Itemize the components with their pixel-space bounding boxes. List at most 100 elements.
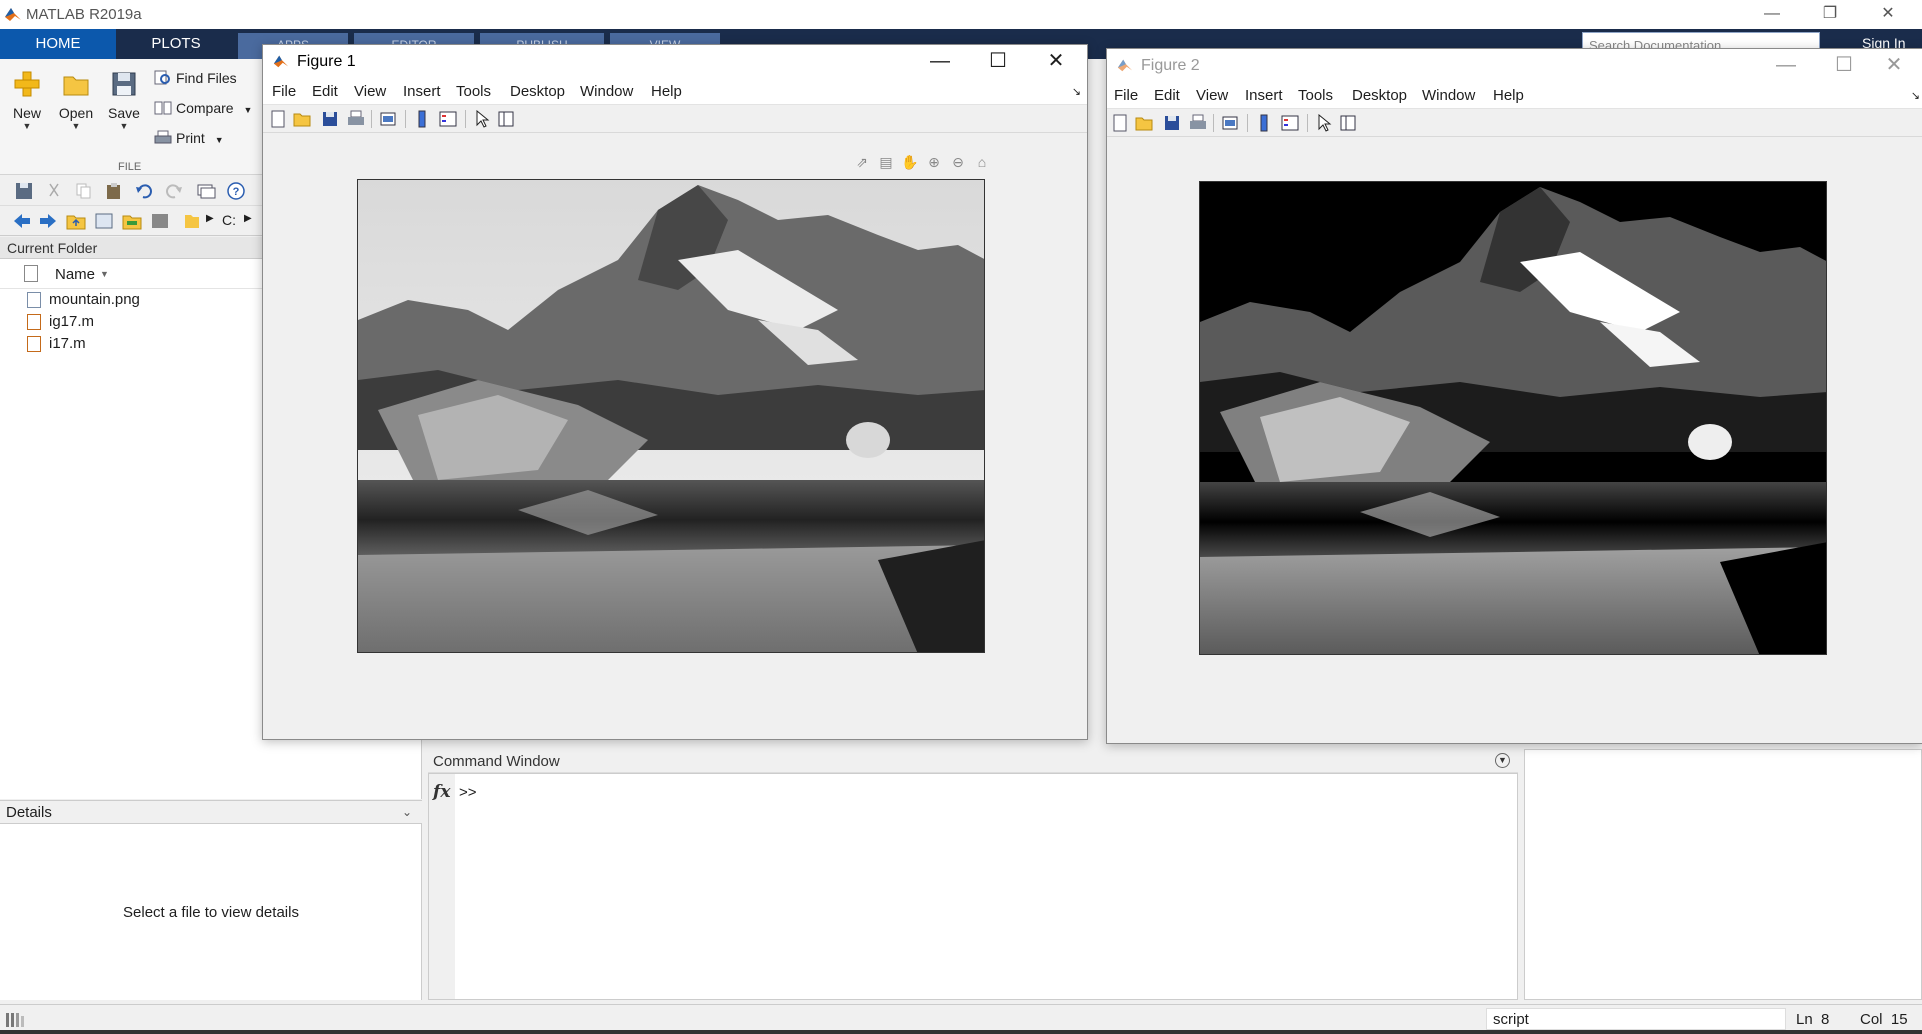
list-item[interactable]: ig17.m [25,311,94,333]
property-inspector-icon[interactable] [1339,114,1357,132]
path-separator-icon: ▶ [206,213,214,224]
copy-icon[interactable] [74,182,94,200]
menu-insert[interactable]: Insert [1245,87,1283,104]
new-figure-icon[interactable] [1111,114,1129,132]
new-button[interactable]: New ▼ [8,69,46,131]
back-arrow-icon[interactable] [12,212,32,230]
close-button[interactable]: ✕ [1865,49,1922,83]
help-icon[interactable]: ? [226,182,246,200]
menu-tools[interactable]: Tools [1298,87,1333,104]
minimize-button[interactable]: — [911,45,969,79]
menu-edit[interactable]: Edit [312,83,338,100]
forward-arrow-icon[interactable] [38,212,58,230]
edit-plot-arrow-icon[interactable] [1315,114,1333,132]
col-label: Col [1860,1011,1883,1028]
maximize-button[interactable]: ☐ [969,45,1027,79]
dock-arrow-icon[interactable]: ↘ [1072,85,1081,98]
close-button[interactable]: ✕ [1860,0,1916,29]
panel-actions-icon[interactable]: ▼ [1495,753,1510,768]
print-figure-icon[interactable] [347,110,365,128]
menu-tools[interactable]: Tools [456,83,491,100]
chevron-down-icon[interactable]: ⌄ [402,805,412,819]
list-item[interactable]: mountain.png [25,289,140,311]
print-button[interactable]: Print ▼ [152,127,224,149]
figure-1-window[interactable]: Figure 1 — ☐ ✕ File Edit View Insert Too… [262,44,1088,740]
figure-2-window[interactable]: Figure 2 — ☐ ✕ File Edit View Insert Too… [1106,48,1922,744]
minimize-button[interactable]: — [1744,0,1800,29]
menu-help[interactable]: Help [651,83,682,100]
edit-plot-arrow-icon[interactable] [473,110,491,128]
menu-desktop[interactable]: Desktop [1352,87,1407,104]
save-button[interactable]: Save ▼ [104,69,144,131]
tab-home[interactable]: HOME [0,29,116,59]
matlab-logo-icon [1117,59,1133,72]
folder-tools-icon[interactable] [122,212,142,230]
open-file-icon[interactable] [1135,114,1153,132]
menu-desktop[interactable]: Desktop [510,83,565,100]
open-file-icon[interactable] [293,110,311,128]
undo-icon[interactable] [134,182,154,200]
restore-button[interactable]: ❐ [1802,0,1858,29]
browse-folder-icon[interactable] [94,212,114,230]
save-icon[interactable] [14,182,34,200]
command-gutter: fx [429,774,455,999]
function-browser-icon[interactable]: fx [433,782,450,802]
colorbar-icon[interactable] [1255,114,1273,132]
mountain-image-original[interactable] [357,179,985,653]
menu-view[interactable]: View [354,83,386,100]
menu-window[interactable]: Window [580,83,633,100]
paste-icon[interactable] [104,182,124,200]
dock-arrow-icon[interactable]: ↘ [1911,89,1920,102]
col-value: 15 [1890,1011,1908,1028]
pan-hand-icon[interactable]: ✋ [901,153,919,171]
new-figure-icon[interactable] [269,110,287,128]
list-item[interactable]: i17.m [25,333,86,355]
up-folder-icon[interactable] [66,212,86,230]
image-file-icon [27,292,41,308]
link-plot-icon[interactable] [379,110,397,128]
collapse-icon[interactable] [150,212,170,230]
menu-view[interactable]: View [1196,87,1228,104]
cut-icon[interactable] [44,182,64,200]
legend-icon[interactable] [439,110,457,128]
print-figure-icon[interactable] [1189,114,1207,132]
menu-file[interactable]: File [1114,87,1138,104]
data-tips-icon[interactable]: ▤ [877,153,895,171]
zoom-in-icon[interactable]: ⊕ [925,153,943,171]
find-files-button[interactable]: Find Files [152,67,237,89]
legend-icon[interactable] [1281,114,1299,132]
file-type-column-icon [24,265,38,282]
compare-button[interactable]: Compare ▼ [152,97,252,119]
minimize-button[interactable]: — [1757,49,1815,83]
details-header[interactable]: Details ⌄ [0,800,422,824]
menu-edit[interactable]: Edit [1154,87,1180,104]
redo-icon[interactable] [164,182,184,200]
path-drive-label[interactable]: C: [222,212,236,228]
property-inspector-icon[interactable] [497,110,515,128]
close-button[interactable]: ✕ [1027,45,1085,79]
export-icon[interactable]: ⇗ [853,153,871,171]
command-prompt[interactable]: >> [459,784,477,801]
details-message: Select a file to view details [123,904,299,921]
menu-file[interactable]: File [272,83,296,100]
axes-toolbar: ⇗ ▤ ✋ ⊕ ⊖ ⌂ [853,153,997,173]
command-window[interactable]: fx >> [428,773,1518,1000]
menu-help[interactable]: Help [1493,87,1524,104]
menu-insert[interactable]: Insert [403,83,441,100]
menu-window[interactable]: Window [1422,87,1475,104]
link-plot-icon[interactable] [1221,114,1239,132]
open-button[interactable]: Open ▼ [56,69,96,131]
figure-title-bar[interactable]: Figure 2 — ☐ ✕ [1107,49,1922,83]
switch-windows-icon[interactable] [196,182,216,200]
save-figure-icon[interactable] [1163,114,1181,132]
tab-plots[interactable]: PLOTS [118,29,234,59]
colorbar-icon[interactable] [413,110,431,128]
current-folder-header: Current Folder [0,237,270,259]
figure-title-bar[interactable]: Figure 1 — ☐ ✕ [263,45,1087,79]
mountain-image-enhanced[interactable] [1199,181,1827,655]
home-icon[interactable]: ⌂ [973,153,991,171]
name-column-header[interactable]: Name ▼ [0,259,270,289]
zoom-out-icon[interactable]: ⊖ [949,153,967,171]
save-figure-icon[interactable] [321,110,339,128]
path-separator-icon: ▶ [244,213,252,224]
